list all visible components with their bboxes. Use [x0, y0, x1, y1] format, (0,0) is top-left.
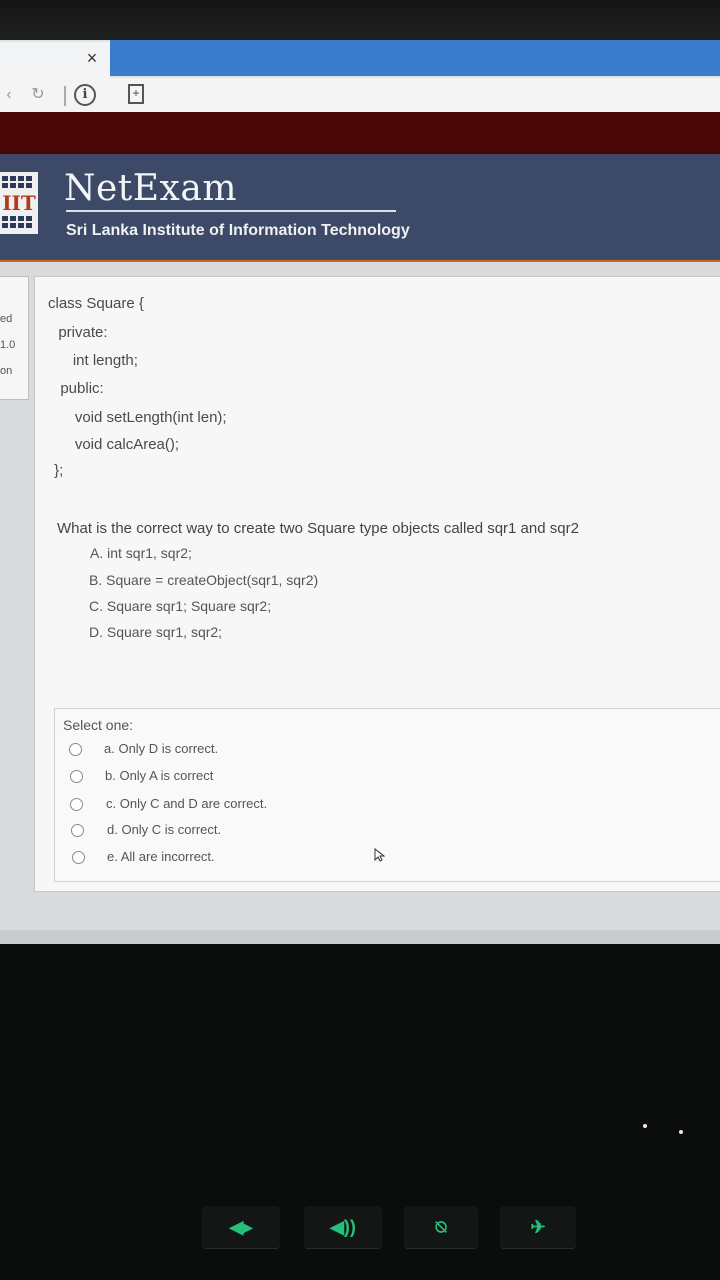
status-led	[679, 1130, 683, 1134]
airplane-mode-icon: ✈	[530, 1217, 546, 1237]
question-text: What is the correct way to create two Sq…	[57, 520, 579, 537]
code-line: public:	[52, 380, 104, 397]
back-icon[interactable]: ‹	[2, 84, 16, 106]
code-line: private:	[50, 324, 108, 341]
answer-label-e[interactable]: e. All are incorrect.	[107, 849, 215, 864]
page-action-icon[interactable]: +	[128, 84, 144, 104]
question-choice: C. Square sqr1; Square sqr2;	[89, 598, 272, 614]
brand-underline	[66, 210, 396, 212]
info-marks: 1.0	[0, 339, 16, 351]
key-volume-down[interactable]: ◀▸	[202, 1206, 280, 1248]
reload-icon[interactable]: ↻	[28, 84, 48, 106]
quiz-info-panel	[0, 276, 29, 400]
info-status: ed	[0, 313, 13, 325]
logo-text: IIT	[2, 191, 36, 215]
key-volume-up[interactable]: ◀))	[304, 1206, 382, 1248]
key-airplane[interactable]: ✈	[500, 1206, 576, 1248]
screen-bezel	[0, 0, 720, 40]
answer-label-c[interactable]: c. Only C and D are correct.	[106, 796, 267, 811]
answer-radio-c[interactable]	[70, 798, 83, 811]
site-top-bar	[0, 112, 720, 154]
answer-radio-e[interactable]	[72, 851, 85, 864]
question-choice: B. Square = createObject(sqr1, sqr2)	[89, 572, 319, 588]
question-choice: A. int sqr1, sqr2;	[90, 545, 192, 561]
code-line: void setLength(int len);	[54, 409, 227, 426]
answer-label-a[interactable]: a. Only D is correct.	[104, 741, 218, 756]
mic-mute-icon: ⍉	[435, 1217, 447, 1237]
tab-close-icon[interactable]: ×	[84, 48, 100, 68]
browser-toolbar	[0, 78, 720, 113]
answer-label-d[interactable]: d. Only C is correct.	[107, 822, 221, 837]
code-line: int length;	[52, 352, 138, 369]
select-one-label: Select one:	[63, 717, 134, 733]
new-tab-area[interactable]	[110, 40, 720, 76]
code-line: class Square {	[48, 295, 144, 312]
answer-label-b[interactable]: b. Only A is correct	[105, 768, 213, 783]
site-info-icon[interactable]: i	[74, 84, 96, 106]
status-led	[643, 1124, 647, 1128]
page-footer-strip	[0, 930, 720, 944]
answer-radio-b[interactable]	[70, 770, 83, 783]
toolbar-separator	[64, 86, 66, 106]
brand-title[interactable]: NetExam	[64, 168, 237, 209]
key-mic-mute[interactable]: ⍉	[404, 1206, 478, 1248]
institute-name: Sri Lanka Institute of Information Techn…	[66, 222, 410, 239]
code-line: };	[50, 462, 64, 479]
volume-down-icon: ◀▸	[229, 1217, 253, 1237]
mouse-cursor-icon	[374, 848, 386, 862]
info-flag: on	[0, 365, 13, 377]
question-choice: D. Square sqr1, sqr2;	[89, 624, 223, 640]
volume-up-icon: ◀))	[330, 1217, 356, 1237]
code-line: void calcArea();	[54, 436, 180, 453]
answer-radio-a[interactable]	[69, 743, 82, 756]
answer-radio-d[interactable]	[71, 824, 84, 837]
